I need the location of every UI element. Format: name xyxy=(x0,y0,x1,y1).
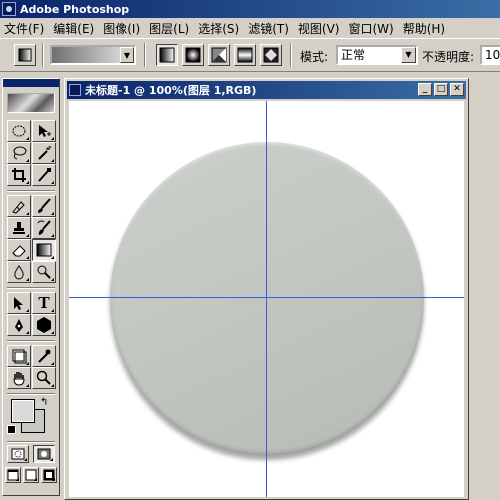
clone-stamp-icon[interactable] xyxy=(7,217,31,239)
gradient-circle-layer xyxy=(110,142,424,456)
menu-filter[interactable]: 滤镜(T) xyxy=(244,20,294,37)
gradient-preset-icon xyxy=(18,48,32,62)
menu-help[interactable]: 帮助(H) xyxy=(399,20,450,37)
custom-shape-icon[interactable] xyxy=(32,314,56,336)
menu-edit[interactable]: 编辑(E) xyxy=(49,20,99,37)
toolbox-separator xyxy=(7,190,55,192)
pen-icon[interactable] xyxy=(7,314,31,336)
gradient-picker[interactable]: ▼ xyxy=(50,45,136,65)
options-separator xyxy=(42,43,44,67)
standard-screen-mode-icon[interactable] xyxy=(5,467,21,483)
menu-file[interactable]: 文件(F) xyxy=(0,20,49,37)
eyedropper-slice-icon[interactable] xyxy=(32,164,56,186)
full-screen-menu-mode-icon[interactable] xyxy=(23,467,39,483)
diamond-gradient-button[interactable] xyxy=(260,44,282,66)
notes-icon[interactable] xyxy=(7,345,31,367)
menu-bar: 文件(F) 编辑(E) 图像(I) 图层(L) 选择(S) 滤镜(T) 视图(V… xyxy=(0,18,500,38)
chevron-down-icon[interactable]: ▼ xyxy=(120,47,134,63)
magic-wand-icon[interactable] xyxy=(32,142,56,164)
canvas[interactable] xyxy=(69,101,464,497)
menu-layer[interactable]: 图层(L) xyxy=(145,20,194,37)
mode-value: 正常 xyxy=(341,48,366,62)
options-separator xyxy=(290,43,292,67)
eyedropper-icon[interactable] xyxy=(32,345,56,367)
healing-brush-icon[interactable] xyxy=(7,195,31,217)
rectangular-marquee-icon[interactable] xyxy=(7,120,31,142)
radial-gradient-icon xyxy=(185,47,201,63)
dodge-icon[interactable] xyxy=(32,261,56,283)
toolbox-titlebar[interactable] xyxy=(3,79,59,87)
crop-icon[interactable] xyxy=(7,164,31,186)
toolbox-separator xyxy=(7,340,55,342)
menu-select[interactable]: 选择(S) xyxy=(194,20,244,37)
angle-gradient-icon xyxy=(211,47,227,63)
standard-mode-icon[interactable] xyxy=(7,445,29,463)
tool-preset-button[interactable] xyxy=(14,44,36,66)
photoshop-logo-icon[interactable] xyxy=(7,93,55,113)
toolbox-separator xyxy=(7,287,55,289)
blur-icon[interactable] xyxy=(7,261,31,283)
mode-select[interactable]: 正常 ▼ xyxy=(336,45,418,65)
app-titlebar: Adobe Photoshop xyxy=(0,0,500,18)
eraser-icon[interactable] xyxy=(7,239,31,261)
toolbox-separator xyxy=(7,393,55,395)
vertical-guide[interactable] xyxy=(266,101,267,497)
toolbox: T ↰ xyxy=(2,78,60,496)
radial-gradient-button[interactable] xyxy=(182,44,204,66)
document-titlebar[interactable]: 未标题-1 @ 100%(图层 1,RGB) _ □ ✕ xyxy=(67,81,466,99)
toolbox-separator xyxy=(7,441,55,443)
app-title: Adobe Photoshop xyxy=(20,2,130,16)
diamond-gradient-icon xyxy=(263,47,279,63)
path-selection-icon[interactable] xyxy=(7,292,31,314)
document-icon xyxy=(69,84,81,96)
gradient-icon[interactable] xyxy=(32,239,56,261)
lasso-icon[interactable] xyxy=(7,142,31,164)
swap-colors-icon[interactable]: ↰ xyxy=(40,397,48,408)
linear-gradient-icon xyxy=(159,47,175,63)
full-screen-mode-icon[interactable] xyxy=(41,467,57,483)
maximize-icon[interactable]: □ xyxy=(434,83,448,96)
photoshop-app-icon xyxy=(2,2,16,16)
reflected-gradient-icon xyxy=(237,47,253,63)
history-brush-icon[interactable] xyxy=(32,217,56,239)
move-icon[interactable] xyxy=(32,120,56,142)
options-bar: ▼ 模式: 正常 ▼ 不透明度: 10 xyxy=(0,38,500,72)
menu-window[interactable]: 窗口(W) xyxy=(344,20,398,37)
quick-mask-mode-icon[interactable] xyxy=(33,445,55,463)
document-window: 未标题-1 @ 100%(图层 1,RGB) _ □ ✕ xyxy=(64,78,469,500)
opacity-value: 100 xyxy=(485,48,500,62)
reflected-gradient-button[interactable] xyxy=(234,44,256,66)
chevron-down-icon[interactable]: ▼ xyxy=(401,47,416,63)
color-swatches: ↰ xyxy=(7,397,57,437)
linear-gradient-button[interactable] xyxy=(156,44,178,66)
default-colors-icon[interactable] xyxy=(7,425,16,434)
horizontal-guide[interactable] xyxy=(69,297,464,298)
menu-view[interactable]: 视图(V) xyxy=(294,20,345,37)
foreground-color-swatch[interactable] xyxy=(11,399,35,423)
close-icon[interactable]: ✕ xyxy=(450,83,464,96)
hand-icon[interactable] xyxy=(7,367,31,389)
minimize-icon[interactable]: _ xyxy=(418,83,432,96)
zoom-icon[interactable] xyxy=(32,367,56,389)
brush-icon[interactable] xyxy=(32,195,56,217)
mode-label: 模式: xyxy=(300,50,329,64)
options-separator xyxy=(144,43,146,67)
document-title: 未标题-1 @ 100%(图层 1,RGB) xyxy=(85,84,257,97)
opacity-label: 不透明度: xyxy=(422,50,475,64)
menu-image[interactable]: 图像(I) xyxy=(99,20,145,37)
angle-gradient-button[interactable] xyxy=(208,44,230,66)
opacity-input[interactable]: 100 xyxy=(480,45,500,65)
type-icon[interactable]: T xyxy=(32,292,56,314)
